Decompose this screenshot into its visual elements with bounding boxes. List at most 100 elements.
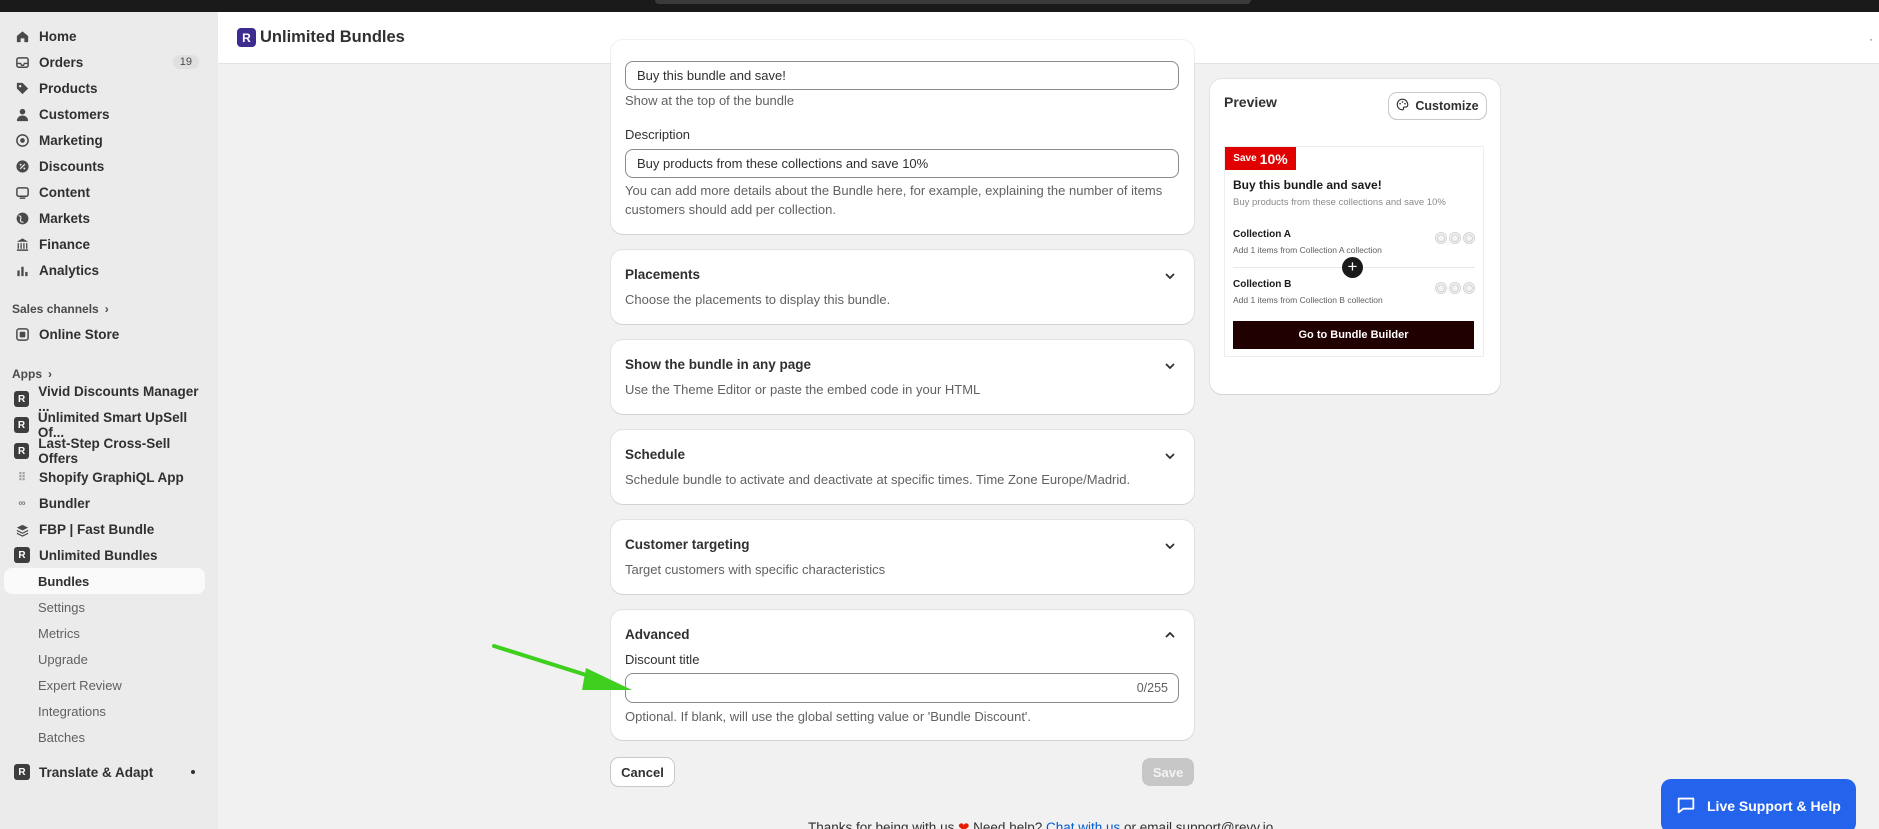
sidebar-app-last-step[interactable]: R Last-Step Cross-Sell Offers [4,436,205,466]
bundler-icon: ∞ [18,497,26,509]
chevron-down-icon[interactable] [1164,270,1176,282]
chevron-down-icon[interactable] [1164,540,1176,552]
sidebar-app-smart-upsell[interactable]: R Unlimited Smart UpSell Of... [4,410,205,440]
customize-button[interactable]: Customize [1389,93,1486,119]
sidebar-app-translate[interactable]: R Translate & Adapt [4,759,205,785]
section-description: Schedule bundle to activate and deactiva… [625,472,1131,487]
sidebar-item-content[interactable]: Content [4,179,205,205]
section-schedule[interactable]: Schedule Schedule bundle to activate and… [611,430,1194,504]
palette-icon [1396,98,1409,114]
tag-icon [14,80,30,96]
collection-desc: Add 1 items from Collection A collection [1233,245,1382,255]
discount-title-input[interactable]: 0/255 [625,673,1179,703]
sidebar-sub-integrations[interactable]: Integrations [4,698,205,724]
more-icon[interactable]: · [1869,32,1873,46]
section-title: Show the bundle in any page [625,357,812,372]
bank-icon [14,236,30,252]
save-button[interactable]: Save [1142,758,1194,786]
section-embed[interactable]: Show the bundle in any page Use the Them… [611,340,1194,414]
chevron-down-icon[interactable] [1164,450,1176,462]
section-customer-targeting[interactable]: Customer targeting Target customers with… [611,520,1194,594]
sidebar-item-markets[interactable]: Markets [4,205,205,231]
chevron-right-icon: › [104,302,109,316]
person-icon [14,106,30,122]
preview-subheading: Buy products from these collections and … [1233,197,1446,208]
unread-dot [191,770,195,774]
sidebar-item-home[interactable]: Home [4,23,205,49]
apps-heading[interactable]: Apps › [12,367,52,381]
sidebar-sub-metrics[interactable]: Metrics [4,620,205,646]
sidebar: Home Orders 19 Products Customers Market… [0,12,218,829]
browser-topbar [0,0,1879,12]
section-title: Schedule [625,447,686,462]
app-logo-icon: R [14,764,30,780]
sidebar-item-finance[interactable]: Finance [4,231,205,257]
sidebar-app-graphiql[interactable]: ⠿ Shopify GraphiQL App [4,464,205,490]
globe-icon [14,210,30,226]
sales-channels-heading[interactable]: Sales channels › [12,302,109,316]
sidebar-item-discounts[interactable]: Discounts [4,153,205,179]
app-logo-icon: R [237,28,256,47]
sidebar-item-orders[interactable]: Orders 19 [4,49,205,75]
sidebar-sub-batches[interactable]: Batches [4,724,205,750]
empty-slot-icon: ◯ [1435,232,1447,244]
bundle-title-input[interactable]: Buy this bundle and save! [625,61,1179,90]
sidebar-sub-upgrade[interactable]: Upgrade [4,646,205,672]
layers-icon [14,521,30,537]
sidebar-app-bundler[interactable]: ∞ Bundler [4,490,205,516]
empty-slot-icon: ◯ [1463,232,1475,244]
section-description: Choose the placements to display this bu… [625,292,891,307]
empty-slot-icon: ◯ [1435,282,1447,294]
empty-slot-icon: ◯ [1463,282,1475,294]
bundle-preview: Save 10% Buy this bundle and save! Buy p… [1224,146,1484,357]
app-logo-icon: R [14,391,30,407]
sidebar-app-vivid-discounts[interactable]: R Vivid Discounts Manager ... [4,384,205,414]
product-slots: ◯ ◯ ◯ [1435,232,1475,244]
section-description: Use the Theme Editor or paste the embed … [625,382,981,397]
app-logo-icon: R [14,443,30,459]
chart-icon [14,262,30,278]
description-help-text-2: customers should add per collection. [625,202,837,217]
description-help-text-1: You can add more details about the Bundl… [625,183,1163,198]
section-description: Target customers with specific character… [625,562,886,577]
annotation-arrow [492,644,632,690]
sidebar-sub-expert-review[interactable]: Expert Review [4,672,205,698]
chevron-down-icon[interactable] [1164,360,1176,372]
sidebar-item-customers[interactable]: Customers [4,101,205,127]
product-slots: ◯ ◯ ◯ [1435,282,1475,294]
preview-card: Preview Customize Save 10% Buy this bund… [1210,79,1500,394]
empty-slot-icon: ◯ [1449,232,1461,244]
title-help-text: Show at the top of the bundle [625,93,795,108]
footer-help-text: Thanks for being with us ❤ Need help? Ch… [808,820,1273,829]
search-bar[interactable] [655,0,1251,4]
store-icon [14,326,30,342]
chat-with-us-link[interactable]: Chat with us [1046,820,1120,829]
cancel-button[interactable]: Cancel [611,758,674,786]
orders-count-badge: 19 [172,55,199,69]
collection-desc: Add 1 items from Collection B collection [1233,295,1383,305]
page-title: Unlimited Bundles [260,28,405,46]
sidebar-item-products[interactable]: Products [4,75,205,101]
discount-title-help: Optional. If blank, will use the global … [625,709,1032,724]
save-badge: Save 10% [1225,147,1296,170]
section-title: Placements [625,267,701,282]
chat-bubble-icon [1675,794,1697,819]
description-input[interactable]: Buy products from these collections and … [625,149,1179,178]
chevron-up-icon[interactable] [1164,629,1176,641]
sidebar-item-marketing[interactable]: Marketing [4,127,205,153]
plus-icon: + [1342,257,1363,278]
app-logo-icon: R [14,547,30,563]
sidebar-app-unlimited-bundles[interactable]: R Unlimited Bundles [4,542,205,568]
preview-title: Preview [1224,94,1277,110]
live-support-button[interactable]: Live Support & Help [1661,779,1856,829]
sidebar-item-analytics[interactable]: Analytics [4,257,205,283]
bundle-text-card: Buy this bundle and save! Show at the to… [611,40,1194,234]
sidebar-item-online-store[interactable]: Online Store [4,321,205,347]
section-advanced: Advanced Discount title 0/255 Optional. … [611,610,1194,740]
section-placements[interactable]: Placements Choose the placements to disp… [611,250,1194,324]
collection-name: Collection A [1233,229,1291,240]
sidebar-sub-settings[interactable]: Settings [4,594,205,620]
go-to-bundle-builder-button[interactable]: Go to Bundle Builder [1233,321,1474,349]
sidebar-sub-bundles[interactable]: Bundles [4,568,205,594]
sidebar-app-fbp[interactable]: FBP | Fast Bundle [4,516,205,542]
